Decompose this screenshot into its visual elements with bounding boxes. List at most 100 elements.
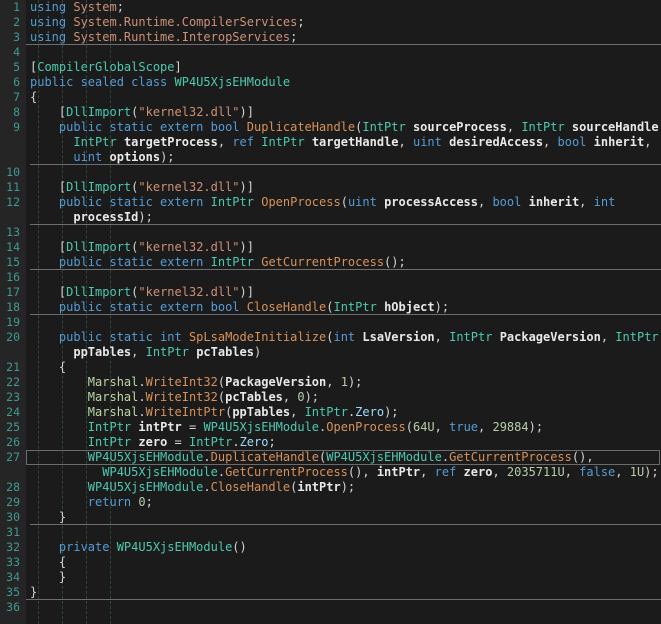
code-line[interactable]: 35}: [0, 585, 661, 600]
code-line[interactable]: 26 IntPtr zero = IntPtr.Zero;: [0, 435, 661, 450]
line-text: ppTables, IntPtr pcTables): [30, 345, 261, 360]
token-str: "kernel32.dll": [138, 285, 240, 299]
token-punc: (: [217, 390, 226, 404]
token-str: System.Runtime.InteropServices: [73, 30, 291, 44]
line-number: 4: [13, 45, 20, 59]
token-kw: bool: [557, 135, 587, 149]
line-number: 32: [6, 540, 20, 554]
token-kw: ref: [232, 135, 262, 149]
line-number: 14: [6, 240, 20, 254]
token-param: desiredAccess: [449, 135, 544, 149]
code-line[interactable]: 10: [0, 165, 661, 180]
code-editor[interactable]: 1 using System; 2 using System.Runtime.Comp…: [0, 0, 661, 624]
token-mth: WriteInt32: [145, 390, 218, 404]
code-line[interactable]: 36: [0, 600, 661, 615]
code-line[interactable]: 7{: [0, 90, 661, 105]
line-text: public sealed class WP4U5XjsEHModule: [30, 75, 290, 90]
token-param: zero: [138, 435, 168, 449]
token-typ: CompilerGlobalScope: [37, 60, 175, 74]
token-punc: ,: [217, 135, 233, 149]
code-line[interactable]: 34 }: [0, 570, 661, 585]
code-line[interactable]: 23 Marshal.WriteInt32(pcTables, 0);: [0, 390, 661, 405]
code-line[interactable]: processId);: [0, 210, 661, 225]
code-line[interactable]: 1 using System;: [0, 0, 661, 15]
token-typ: IntPtr: [333, 300, 377, 314]
code-line[interactable]: 20 public static int SpLsaModeInitialize…: [0, 330, 661, 345]
code-line[interactable]: 24 Marshal.WriteIntPtr(ppTables, IntPtr.…: [0, 405, 661, 420]
token-mth: CloseHandle: [246, 300, 327, 314]
token-str: "kernel32.dll": [138, 105, 240, 119]
token-punc: ,: [543, 135, 558, 149]
code-line[interactable]: 8 [DllImport("kernel32.dll")]: [0, 105, 661, 120]
token-punc: );: [138, 210, 153, 224]
code-line[interactable]: WP4U5XjsEHModule.GetCurrentProcess(), in…: [0, 465, 661, 480]
token-typ: WP4U5XjsEHModule: [203, 420, 320, 434]
code-line[interactable]: 18 public static extern bool CloseHandle…: [0, 300, 661, 315]
code-line[interactable]: 27 WP4U5XjsEHModule.DuplicateHandle(WP4U…: [0, 450, 661, 465]
code-line[interactable]: 30 }: [0, 510, 661, 525]
token-punc: =: [167, 435, 189, 449]
code-line[interactable]: 2 using System.Runtime.CompilerServices;: [0, 15, 661, 30]
token-punc: .: [138, 375, 146, 389]
line-text: [DllImport("kernel32.dll")]: [30, 285, 254, 300]
code-line[interactable]: 21 {: [0, 360, 661, 375]
token-attr: DllImport: [66, 105, 132, 119]
token-punc: .: [232, 435, 240, 449]
code-line[interactable]: 17 [DllImport("kernel32.dll")]: [0, 285, 661, 300]
token-typ: IntPtr: [87, 420, 132, 434]
token-kw: uint: [412, 135, 442, 149]
code-line[interactable]: uint options);: [0, 150, 661, 165]
code-line[interactable]: IntPtr targetProcess, ref IntPtr targetH…: [0, 135, 661, 150]
code-line[interactable]: 14 [DllImport("kernel32.dll")]: [0, 240, 661, 255]
code-line[interactable]: 9 public static extern bool DuplicateHan…: [0, 120, 661, 135]
token-typ: IntPtr: [188, 435, 233, 449]
line-number: 30: [6, 510, 20, 524]
line-number: 9: [13, 120, 20, 134]
token-num: 0: [297, 390, 305, 404]
token-param: ppTables: [73, 345, 132, 359]
token-punc: [: [30, 240, 67, 254]
code-line[interactable]: 32 private WP4U5XjsEHModule(): [0, 540, 661, 555]
code-line[interactable]: 11 [DllImport("kernel32.dll")]: [0, 180, 661, 195]
code-line[interactable]: 3 using System.Runtime.InteropServices;: [0, 30, 661, 45]
token-punc: .: [203, 480, 211, 494]
line-number: 27: [6, 450, 20, 464]
code-line[interactable]: 22 Marshal.WriteInt32(PackageVersion, 1)…: [0, 375, 661, 390]
code-line[interactable]: 4: [0, 45, 661, 60]
token-punc: (),: [347, 465, 377, 479]
code-line[interactable]: 15 public static extern IntPtr GetCurren…: [0, 255, 661, 270]
code-line[interactable]: 13: [0, 225, 661, 240]
code-line[interactable]: 5 [CompilerGlobalScope]: [0, 60, 661, 75]
line-text: }: [30, 570, 66, 585]
token-punc: ,: [644, 135, 652, 149]
line-text: public static extern IntPtr GetCurrentPr…: [30, 255, 406, 270]
line-text: uint options);: [30, 150, 174, 165]
token-typ: WP4U5XjsEHModule: [87, 450, 204, 464]
code-line[interactable]: 6 public sealed class WP4U5XjsEHModule: [0, 75, 661, 90]
token-kw: ref: [434, 465, 464, 479]
token-punc: ,: [478, 195, 493, 209]
code-line[interactable]: 33 {: [0, 555, 661, 570]
code-line[interactable]: ppTables, IntPtr pcTables): [0, 345, 661, 360]
code-line[interactable]: 28 WP4U5XjsEHModule.CloseHandle(intPtr);: [0, 480, 661, 495]
code-line[interactable]: 12 public static extern IntPtr OpenProce…: [0, 195, 661, 210]
code-line[interactable]: 19: [0, 315, 661, 330]
code-line[interactable]: 31: [0, 525, 661, 540]
line-text: }: [30, 585, 37, 600]
code-line[interactable]: 29 return 0;: [0, 495, 661, 510]
token-num: 2035711U: [506, 465, 565, 479]
code-lines[interactable]: 1 using System; 2 using System.Runtime.Comp…: [0, 0, 661, 615]
line-text: using System;: [30, 0, 124, 15]
code-line[interactable]: 16: [0, 270, 661, 285]
code-line[interactable]: 25 IntPtr intPtr = WP4U5XjsEHModule.Open…: [0, 420, 661, 435]
